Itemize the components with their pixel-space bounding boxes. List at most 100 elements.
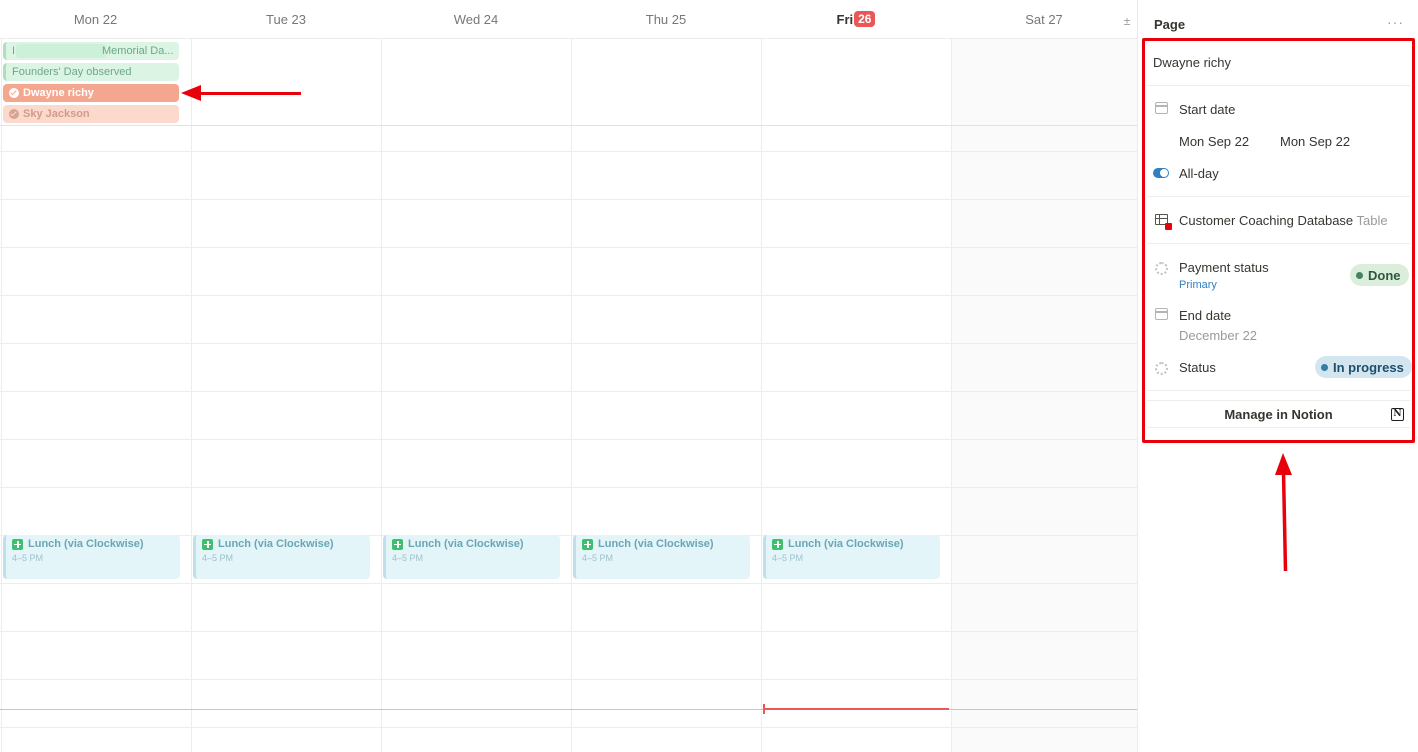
weekend-background — [952, 39, 1137, 752]
event-title-row: Lunch (via Clockwise) — [772, 538, 940, 550]
lunch-event[interactable]: Lunch (via Clockwise) 4–5 PM — [573, 535, 750, 579]
notion-logo-icon: N — [1391, 408, 1404, 421]
day-label: Tue 23 — [266, 11, 306, 27]
all-day-label: All-day — [1179, 166, 1219, 181]
divider — [1147, 243, 1410, 244]
day-header-fri-today[interactable]: Fri 26 — [761, 0, 951, 39]
manage-button-label: Manage in Notion — [1224, 406, 1333, 422]
event-title: Lunch (via Clockwise) — [28, 538, 144, 550]
column-divider — [191, 39, 192, 752]
plus-minus-icon[interactable]: ± — [1120, 14, 1134, 28]
hour-line — [0, 487, 1137, 488]
week-calendar: Mon 22 Tue 23 Wed 24 Thu 25 Fri 26 Sat 2… — [0, 0, 1137, 752]
hour-line — [0, 343, 1137, 344]
database-name: Customer Coaching Database — [1179, 213, 1354, 228]
day-header-sat[interactable]: Sat 27 — [951, 0, 1137, 39]
clockwise-plus-icon — [202, 538, 213, 550]
database-type: Table — [1356, 213, 1388, 228]
day-header-thu[interactable]: Thu 25 — [571, 0, 761, 39]
event-time: 4–5 PM — [12, 553, 44, 563]
status-dot — [1321, 363, 1328, 371]
event-title-row: Lunch (via Clockwise) — [202, 538, 370, 550]
lunch-event[interactable]: Lunch (via Clockwise) 4–5 PM — [763, 535, 940, 579]
event-title-row: Lunch (via Clockwise) — [12, 538, 180, 550]
database-link[interactable]: Customer Coaching Database Table — [1179, 213, 1388, 228]
day-header-wed[interactable]: Wed 24 — [381, 0, 571, 39]
hour-line — [0, 583, 1137, 584]
check-circle-icon — [9, 88, 19, 98]
status-label: Status — [1179, 360, 1216, 375]
clockwise-plus-icon — [12, 538, 23, 550]
hour-line — [0, 679, 1137, 680]
day-label: Wed 24 — [453, 11, 499, 27]
calendar-icon — [1155, 308, 1168, 320]
event-title: Founders' Day observed — [12, 66, 132, 78]
divider — [1147, 390, 1410, 391]
start-date-from[interactable]: Mon Sep 22 — [1179, 134, 1249, 149]
event-title: Lunch (via Clockwise) — [218, 538, 334, 550]
hour-line — [0, 199, 1137, 200]
hour-line — [0, 295, 1137, 296]
event-title: Dwayne richy — [23, 87, 94, 99]
check-circle-icon — [9, 109, 19, 119]
today-badge: 26 — [854, 11, 876, 27]
all-day-separator — [0, 125, 1137, 126]
lunch-event[interactable]: Lunch (via Clockwise) 4–5 PM — [193, 535, 370, 579]
divider — [1147, 85, 1410, 86]
allday-event-dwayne-richy[interactable]: Dwayne richy — [3, 84, 179, 102]
status-dot — [1356, 271, 1363, 279]
divider — [1147, 196, 1410, 197]
clockwise-plus-icon — [582, 538, 593, 550]
current-time-tick — [763, 704, 765, 714]
database-color-dot — [1165, 223, 1172, 230]
hour-line — [0, 151, 1137, 152]
event-title-row: Lunch (via Clockwise) — [582, 538, 750, 550]
day-header-mon[interactable]: Mon 22 — [0, 0, 191, 39]
status-text: Done — [1368, 267, 1401, 283]
manage-in-notion-button[interactable]: Manage in Notion N — [1147, 400, 1410, 428]
hour-line — [0, 631, 1137, 632]
start-date-label: Start date — [1179, 102, 1236, 117]
annotation-arrow-head — [181, 85, 201, 101]
event-time: 4–5 PM — [772, 553, 804, 563]
event-title: Lunch (via Clockwise) — [408, 538, 524, 550]
event-time: 4–5 PM — [202, 553, 234, 563]
payment-status-primary-link[interactable]: Primary — [1179, 279, 1217, 291]
allday-event-founders-day[interactable]: Founders' Day observed — [3, 63, 179, 81]
event-time: 4–5 PM — [392, 553, 424, 563]
more-options-icon[interactable]: ··· — [1387, 14, 1404, 30]
all-day-toggle[interactable] — [1153, 168, 1169, 178]
annotation-arrow-up — [1275, 453, 1292, 572]
allday-event-memorial-day[interactable]: I Memorial Da... — [3, 42, 179, 60]
day-label: Mon 22 — [73, 11, 118, 27]
annotation-arrow-line — [196, 92, 301, 95]
status-badge[interactable]: In progress — [1315, 356, 1412, 378]
event-title: Lunch (via Clockwise) — [598, 538, 714, 550]
day-label: Sat 27 — [1025, 11, 1063, 27]
column-divider — [571, 39, 572, 752]
clockwise-plus-icon — [772, 538, 783, 550]
day-label: Thu 25 — [645, 11, 687, 27]
page-name-field[interactable]: Dwayne richy — [1153, 55, 1231, 70]
event-title: Lunch (via Clockwise) — [788, 538, 904, 550]
day-header-tue[interactable]: Tue 23 — [191, 0, 381, 39]
status-property-icon — [1155, 262, 1168, 275]
lunch-event[interactable]: Lunch (via Clockwise) 4–5 PM — [3, 535, 180, 579]
column-divider — [1, 39, 2, 752]
hour-line — [0, 439, 1137, 440]
start-date-to[interactable]: Mon Sep 22 — [1280, 134, 1350, 149]
column-divider — [761, 39, 762, 752]
hour-line — [0, 727, 1137, 728]
event-title: Sky Jackson — [23, 108, 90, 120]
event-title-row: Lunch (via Clockwise) — [392, 538, 560, 550]
current-time-line — [0, 709, 1137, 710]
event-prefix: I — [12, 45, 16, 57]
end-date-label: End date — [1179, 308, 1232, 323]
lunch-event[interactable]: Lunch (via Clockwise) 4–5 PM — [383, 535, 560, 579]
event-overlap-block — [16, 44, 106, 58]
event-title: Memorial Da... — [102, 45, 174, 57]
hour-line — [0, 391, 1137, 392]
end-date-value[interactable]: December 22 — [1179, 328, 1257, 343]
allday-event-sky-jackson[interactable]: Sky Jackson — [3, 105, 179, 123]
payment-status-badge[interactable]: Done — [1350, 264, 1409, 286]
